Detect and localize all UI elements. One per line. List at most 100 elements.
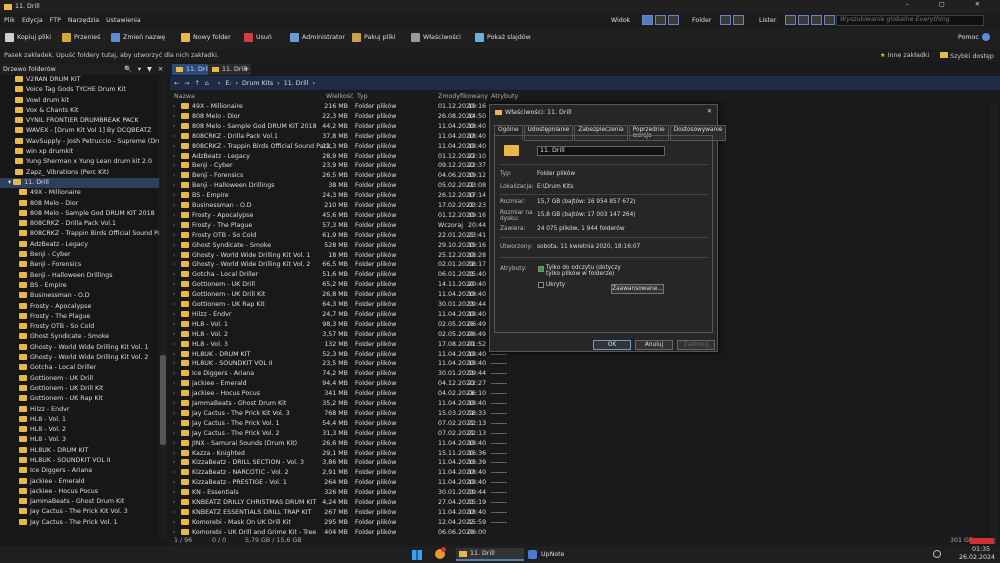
name-field[interactable]: 11. Drill	[537, 146, 665, 156]
tree-item[interactable]: Gotcha - Local Driller	[0, 363, 159, 373]
tree-item[interactable]: ▾ 11. Drill	[0, 177, 159, 189]
tree-item[interactable]: Businessman - O.D	[0, 291, 159, 301]
tree-item[interactable]: V2RAN DRUM KIT	[0, 75, 159, 85]
taskbar-upnote[interactable]: UpNote	[528, 548, 565, 561]
menu-narzedzia[interactable]: Narzędzia	[68, 17, 99, 24]
view-list-icon[interactable]	[655, 15, 666, 25]
other-bookmarks[interactable]: ★ Inne zakładki	[880, 52, 929, 59]
tree-item[interactable]: Gottionem - UK Drill	[0, 374, 159, 384]
move-button[interactable]: Przenieś	[62, 33, 100, 42]
new-tab-button[interactable]: +	[240, 64, 253, 75]
tree-item[interactable]: HL8UK - DRUM KIT	[0, 446, 159, 456]
ok-button[interactable]: OK	[593, 340, 631, 350]
tree-item[interactable]: Ghosty - World Wide Drilling Kit Vol. 2	[0, 353, 159, 363]
addr-seg-drive[interactable]: E:	[225, 80, 231, 87]
tree-tools[interactable]: 🔍▾▼✕	[124, 65, 169, 73]
file-row[interactable]: › JINX - Samurai Sounds (Drum Kit) 26,6 MB…	[170, 439, 670, 449]
tree-item[interactable]: Gottionem - UK Rap Kit	[0, 394, 159, 404]
cancel-button[interactable]: Anuluj	[635, 340, 673, 350]
tree-item[interactable]: Frosty - Apocalypse	[0, 302, 159, 312]
tree-item[interactable]: 808 Melo - Dior	[0, 199, 159, 209]
tree-item[interactable]: Jay Cactus - The Prick Vol. 1	[0, 518, 159, 528]
menu-ustawienia[interactable]: Ustawienia	[106, 17, 141, 24]
folder-tree[interactable]: V2RAN DRUM KIT Voice Tag Gods TYCHE Drum …	[0, 75, 159, 538]
new-folder-button[interactable]: Nowy folder	[181, 33, 231, 42]
help-button[interactable]: Pomoc	[958, 33, 990, 41]
file-row[interactable]: › KizzaBeatz - PRESTIGE - Vol. 1 264 MB Fol…	[170, 478, 670, 488]
lister-2-icon[interactable]	[798, 15, 809, 25]
file-scrollbar[interactable]	[990, 102, 998, 538]
view-thumbs-icon[interactable]	[668, 15, 679, 25]
tree-item[interactable]: Ghost Syndicate - Smoke	[0, 332, 159, 342]
tree-item[interactable]: BS - Empire	[0, 281, 159, 291]
tree-item[interactable]: WavSupply - Josh Petruccio - Supreme (Dr…	[0, 137, 159, 147]
tree-item[interactable]: Frosty - The Plague	[0, 312, 159, 322]
tree-item[interactable]: HL8UK - SOUNDKIT VOL II	[0, 456, 159, 466]
tree-item[interactable]: Benji - Cyber	[0, 250, 159, 260]
tree-item[interactable]: Frosty OTB - So Cold	[0, 322, 159, 332]
advanced-button[interactable]: Zaawansowane...	[611, 284, 664, 294]
file-row[interactable]: › KNBEATZ ESSENTIALS DRILL TRAP KIT 267 MB…	[170, 508, 670, 518]
file-row[interactable]: › Jay Cactus - The Prick Vol. 1 54,4 MB Fol…	[170, 419, 670, 429]
admin-button[interactable]: Administrator	[290, 33, 345, 42]
col-name[interactable]: Nazwa	[174, 93, 195, 100]
file-row[interactable]: › Ice Diggers - Ariana 74,2 MB Folder plikó…	[170, 369, 670, 379]
file-row[interactable]: › Jay Cactus - The Prick Kit Vol. 3 768 MB…	[170, 409, 670, 419]
menu-ftp[interactable]: FTP	[50, 17, 61, 24]
col-type[interactable]: Typ	[357, 93, 368, 100]
tree-item[interactable]: 808 Melo - Sample God DRUM KIT 2018	[0, 209, 159, 219]
view-menu[interactable]: Widok	[611, 17, 630, 24]
tree-item[interactable]: JammaBeats - Ghost Drum Kit	[0, 497, 159, 507]
menu-edycja[interactable]: Edycja	[22, 17, 43, 24]
tree-item[interactable]: Gottionem - UK Drill Kit	[0, 384, 159, 394]
file-row[interactable]: › jackiee - Emerald 94,4 MB Folder plików 04…	[170, 379, 670, 389]
quick-access[interactable]: Szybki dostęp	[940, 51, 994, 60]
addr-seg-current[interactable]: 11. Drill	[284, 80, 309, 87]
folder-view-2-icon[interactable]	[733, 15, 744, 25]
file-row[interactable]: › JammaBeats - Ghost Drum Kit 35,2 MB Folde…	[170, 399, 670, 409]
folder-view-1-icon[interactable]	[720, 15, 731, 25]
tree-item[interactable]: Vowl drum kit	[0, 96, 159, 106]
file-row[interactable]: › Komorebi - Mask On UK Drill Kit 295 MB Fo…	[170, 518, 670, 528]
delete-button[interactable]: Usuń	[244, 33, 272, 42]
tree-item[interactable]: Benji - Halloween Drillings	[0, 271, 159, 281]
tree-item[interactable]: Benji - Forensics	[0, 260, 159, 270]
readonly-checkbox[interactable]	[538, 266, 544, 272]
file-row[interactable]: › KN - Essentials 326 MB Folder plików 30.01…	[170, 488, 670, 498]
lister-1-icon[interactable]	[785, 15, 796, 25]
file-row[interactable]: › HL8UK - SOUNDKIT VOL II 23,5 MB Folder pl…	[170, 359, 670, 369]
tree-item[interactable]: Ghosty - World Wide Drilling Kit Vol. 1	[0, 343, 159, 353]
windows-start-icon[interactable]	[412, 550, 422, 560]
lister-menu[interactable]: Lister	[759, 17, 776, 24]
tree-item[interactable]: 49X - Millionaire	[0, 188, 159, 198]
tree-item[interactable]: win xp drumkit	[0, 147, 159, 157]
tree-item[interactable]: jackiee - Hocus Pocus	[0, 487, 159, 497]
rename-button[interactable]: Zmień nazwę	[111, 33, 165, 42]
lister-4-icon[interactable]	[824, 15, 835, 25]
slideshow-button[interactable]: Pokaż slajdów	[475, 33, 531, 42]
tree-item[interactable]: Voice Tag Gods TYCHE Drum Kit	[0, 85, 159, 95]
nav-buttons[interactable]: ←→↑⌂	[174, 80, 214, 87]
lister-3-icon[interactable]	[811, 15, 822, 25]
tree-item[interactable]: AdzBeatz - Legacy	[0, 240, 159, 250]
tree-item[interactable]: Hilzz - Endvr	[0, 405, 159, 415]
search-input[interactable]: Wyszukiwanie globalne Everything	[836, 15, 984, 26]
file-row[interactable]: › jackiee - Hocus Pocus 341 MB Folder plikó…	[170, 389, 670, 399]
col-size[interactable]: Wielkość	[326, 93, 353, 100]
tree-item[interactable]: 808CRKZ - Drilla Pack Vol.1	[0, 219, 159, 229]
taskbar-explorer[interactable]: 11. Drill	[456, 548, 524, 561]
tree-item[interactable]: Ice Diggers - Ariana	[0, 466, 159, 476]
copy-button[interactable]: Kopiuj pliki	[5, 33, 51, 42]
tree-item[interactable]: Zapz_ Vibrations (Perc Kit)	[0, 168, 159, 178]
file-row[interactable]: › KizzaBeatz - DRILL SECTION - Vol. 3 3,86…	[170, 458, 670, 468]
view-details-icon[interactable]	[642, 15, 653, 25]
properties-button[interactable]: Właściwości	[411, 33, 461, 42]
dialog-close-button[interactable]: ✕	[707, 108, 712, 115]
tree-item[interactable]: VYNIL FRONTIER DRUMBREAK PACK	[0, 116, 159, 126]
pack-button[interactable]: Pakuj pliki	[352, 33, 395, 42]
tree-scrollbar-thumb[interactable]	[160, 355, 166, 445]
tree-item[interactable]: 808CRKZ - Trappin Birds Official Sound P…	[0, 229, 159, 239]
tree-scrollbar[interactable]	[159, 75, 167, 538]
file-row[interactable]: › Kazza - Knighted 29,1 MB Folder plików 15.…	[170, 449, 670, 459]
col-date[interactable]: Zmodyfikowany	[438, 93, 488, 100]
